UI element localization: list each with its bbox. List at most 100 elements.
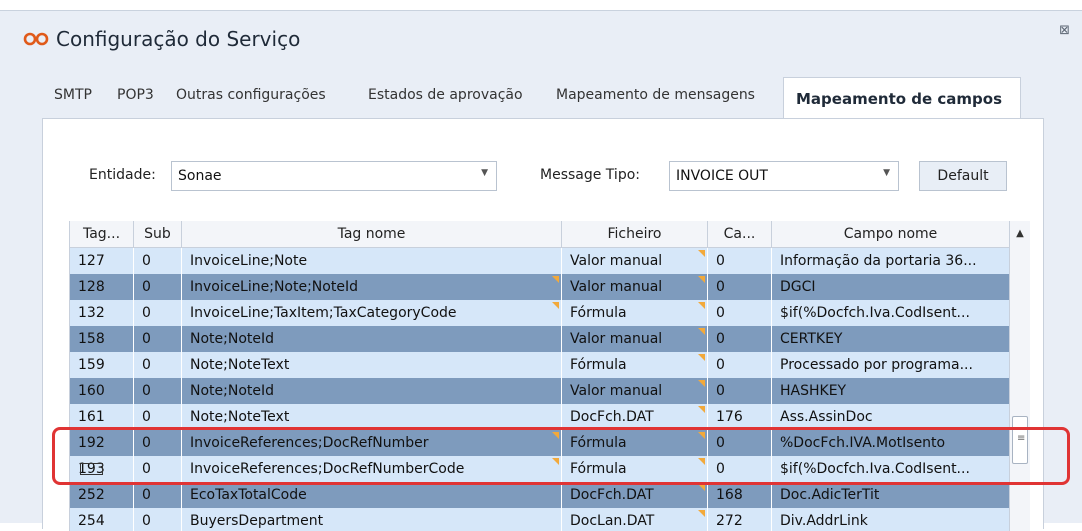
table-row[interactable]: 127 0 InvoiceLine;Note Valor manual 0 Informa… [70, 248, 1010, 274]
message-tipo-select[interactable]: INVOICE OUT ▼ [669, 161, 899, 191]
cell-sub[interactable]: 0 [134, 274, 182, 300]
cell-campo-nome[interactable]: $if(%Docfch.Iva.CodIsent... [772, 300, 1010, 326]
cell-tag-nome[interactable]: Note;NoteId [182, 326, 562, 352]
column-header-campo-nome[interactable]: Campo nome [772, 221, 1010, 247]
cell-ca[interactable]: 0 [708, 456, 772, 482]
scroll-up-icon[interactable]: ▲ [1010, 221, 1030, 247]
table-row[interactable]: 192 0 InvoiceReferences;DocRefNumber Fórmul… [70, 430, 1010, 456]
table-row[interactable]: 128 0 InvoiceLine;Note;NoteId Valor manual 0… [70, 274, 1010, 300]
entidade-select[interactable]: Sonae ▼ [171, 161, 497, 191]
column-header-sub[interactable]: Sub [134, 221, 182, 247]
cell-sub[interactable]: 0 [134, 378, 182, 404]
cell-ficheiro[interactable]: DocLan.DAT [562, 508, 708, 531]
table-row[interactable]: 161 0 Note;NoteText DocFch.DAT 176 Ass.AssinD… [70, 404, 1010, 430]
cell-campo-nome[interactable]: Processado por programa... [772, 352, 1010, 378]
default-button[interactable]: Default [919, 161, 1007, 191]
cell-ca[interactable]: 0 [708, 352, 772, 378]
cell-tag-nome[interactable]: Note;NoteText [182, 404, 562, 430]
column-header-ca[interactable]: Ca... [708, 221, 772, 247]
cell-tag[interactable]: 132 [70, 300, 134, 326]
cell-ficheiro[interactable]: DocFch.DAT [562, 482, 708, 508]
cell-campo-nome[interactable]: $if(%Docfch.Iva.CodIsent... [772, 456, 1010, 482]
cell-sub[interactable]: 0 [134, 326, 182, 352]
cell-tag-nome[interactable]: Note;NoteId [182, 378, 562, 404]
cell-ficheiro[interactable]: Fórmula [562, 352, 708, 378]
cell-campo-nome[interactable]: Informação da portaria 36... [772, 248, 1010, 274]
cell-sub[interactable]: 0 [134, 456, 182, 482]
tab-mapeamento-campos[interactable]: Mapeamento de campos [783, 77, 1021, 119]
cell-tag-text: 158 [78, 331, 105, 347]
cell-tag-nome-text: InvoiceLine;Note;NoteId [190, 279, 358, 295]
tab-estados-aprovacao[interactable]: Estados de aprovação [368, 87, 523, 103]
table-row[interactable]: 158 0 Note;NoteId Valor manual 0 CERTKEY [70, 326, 1010, 352]
table-row[interactable]: 132 0 InvoiceLine;TaxItem;TaxCategoryCode F… [70, 300, 1010, 326]
cell-sub[interactable]: 0 [134, 430, 182, 456]
table-row[interactable]: 159 0 Note;NoteText Fórmula 0 Processado por … [70, 352, 1010, 378]
close-icon[interactable]: ⊠ [1059, 23, 1070, 38]
cell-tag-nome[interactable]: InvoiceLine;Note;NoteId [182, 274, 562, 300]
cell-campo-nome[interactable]: CERTKEY [772, 326, 1010, 352]
cell-tag[interactable]: 252 [70, 482, 134, 508]
cell-tag-nome[interactable]: InvoiceReferences;DocRefNumber [182, 430, 562, 456]
cell-tag[interactable]: 161 [70, 404, 134, 430]
table-row[interactable]: 252 0 EcoTaxTotalCode DocFch.DAT 168 Doc.Adic… [70, 482, 1010, 508]
cell-tag[interactable]: 193 [70, 456, 134, 482]
cell-tag[interactable]: 254 [70, 508, 134, 531]
tab-mapeamento-mensagens[interactable]: Mapeamento de mensagens [556, 87, 755, 103]
tab-outras-configuracoes[interactable]: Outras configurações [176, 87, 326, 103]
tab-pop3[interactable]: POP3 [117, 87, 154, 103]
cell-ficheiro[interactable]: Valor manual [562, 326, 708, 352]
cell-tag[interactable]: 192 [70, 430, 134, 456]
cell-ficheiro[interactable]: Fórmula [562, 430, 708, 456]
column-header-tag-nome[interactable]: Tag nome [182, 221, 562, 247]
cell-tag[interactable]: 160 [70, 378, 134, 404]
cell-ficheiro[interactable]: Valor manual [562, 248, 708, 274]
cell-ca[interactable]: 0 [708, 248, 772, 274]
scrollbar-thumb[interactable]: ≡ [1012, 416, 1028, 464]
cell-ficheiro[interactable]: Fórmula [562, 456, 708, 482]
cell-ca[interactable]: 272 [708, 508, 772, 531]
cell-ca[interactable]: 0 [708, 300, 772, 326]
cell-sub[interactable]: 0 [134, 300, 182, 326]
column-header-ficheiro[interactable]: Ficheiro [562, 221, 708, 247]
cell-tag[interactable]: 159 [70, 352, 134, 378]
cell-sub[interactable]: 0 [134, 352, 182, 378]
cell-tag[interactable]: 128 [70, 274, 134, 300]
column-header-tag[interactable]: Tag... [70, 221, 134, 247]
cell-ca[interactable]: 0 [708, 430, 772, 456]
cell-campo-nome[interactable]: Doc.AdicTerTit [772, 482, 1010, 508]
table-row[interactable]: 193 0 InvoiceReferences;DocRefNumberCode Fó… [70, 456, 1010, 482]
modified-marker-icon [698, 432, 705, 439]
cell-ca[interactable]: 176 [708, 404, 772, 430]
cell-sub[interactable]: 0 [134, 508, 182, 531]
tab-smtp[interactable]: SMTP [54, 87, 92, 103]
cell-tag-nome[interactable]: InvoiceReferences;DocRefNumberCode [182, 456, 562, 482]
cell-ficheiro[interactable]: DocFch.DAT [562, 404, 708, 430]
cell-tag[interactable]: 127 [70, 248, 134, 274]
cell-ca[interactable]: 0 [708, 378, 772, 404]
cell-sub[interactable]: 0 [134, 482, 182, 508]
cell-tag-text: 128 [78, 279, 105, 295]
cell-sub[interactable]: 0 [134, 404, 182, 430]
cell-campo-nome[interactable]: HASHKEY [772, 378, 1010, 404]
table-row[interactable]: 254 0 BuyersDepartment DocLan.DAT 272 Div.Add… [70, 508, 1010, 531]
cell-tag[interactable]: 158 [70, 326, 134, 352]
cell-tag-nome[interactable]: InvoiceLine;TaxItem;TaxCategoryCode [182, 300, 562, 326]
cell-ca[interactable]: 0 [708, 326, 772, 352]
cell-campo-nome[interactable]: DGCI [772, 274, 1010, 300]
cell-tag-nome[interactable]: InvoiceLine;Note [182, 248, 562, 274]
vertical-scrollbar[interactable]: ▲ ≡ [1009, 221, 1030, 531]
cell-ficheiro[interactable]: Valor manual [562, 274, 708, 300]
cell-campo-nome[interactable]: %DocFch.IVA.MotIsento [772, 430, 1010, 456]
cell-tag-nome[interactable]: BuyersDepartment [182, 508, 562, 531]
cell-ca[interactable]: 0 [708, 274, 772, 300]
cell-campo-nome[interactable]: Div.AddrLink [772, 508, 1010, 531]
cell-ca[interactable]: 168 [708, 482, 772, 508]
cell-tag-nome[interactable]: Note;NoteText [182, 352, 562, 378]
cell-sub[interactable]: 0 [134, 248, 182, 274]
cell-campo-nome[interactable]: Ass.AssinDoc [772, 404, 1010, 430]
cell-ficheiro[interactable]: Valor manual [562, 378, 708, 404]
table-row[interactable]: 160 0 Note;NoteId Valor manual 0 HASHKEY [70, 378, 1010, 404]
cell-ficheiro[interactable]: Fórmula [562, 300, 708, 326]
cell-tag-nome[interactable]: EcoTaxTotalCode [182, 482, 562, 508]
